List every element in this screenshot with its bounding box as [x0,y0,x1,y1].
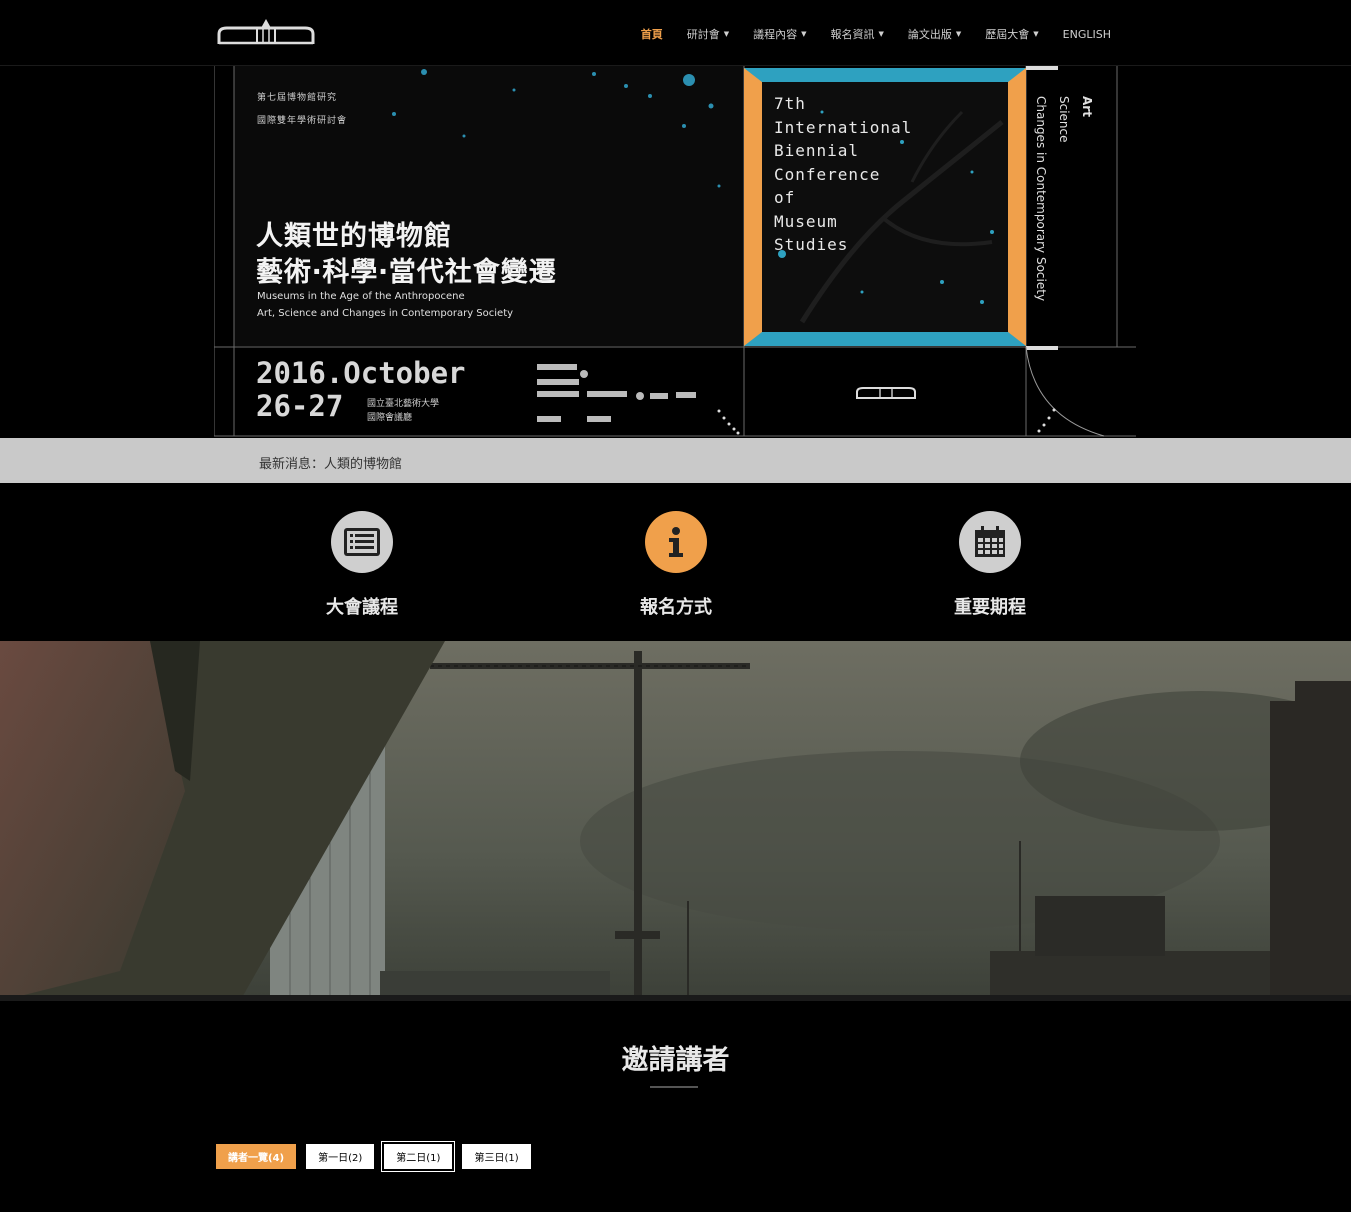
vertical-changes: Changes in Contemporary Society [1034,96,1048,302]
navbar: 首頁 研討會 ▼ 議程內容 ▼ 報名資訊 ▼ 論文出版 ▼ 歷屆大會 ▼ ENGLISH [0,0,1351,66]
caret-down-icon: ▼ [955,30,962,38]
hero-title-en-1: Museums in the Age of the Anthropocene [257,291,465,302]
news-bar: 最新消息：人類的博物館 [0,438,1351,483]
latest-news[interactable]: 最新消息：人類的博物館 [259,453,402,472]
caret-down-icon: ▼ [878,30,884,38]
list-icon [331,511,393,573]
hero-poster: 第七屆博物館研究 國際雙年學術研討會 人類世的博物館 藝術‧科學‧當代社會變遷 … [214,66,1136,438]
nav-agenda[interactable]: 議程內容 ▼ [741,26,818,42]
cityscape-photo [0,641,1351,1001]
info-icon [645,511,707,573]
venue-line-2: 國際會議廳 [367,413,413,423]
vertical-science: Science [1057,96,1071,143]
nav-papers[interactable]: 論文出版 ▼ [896,26,973,42]
feature-agenda-label: 大會議程 [326,597,398,618]
caret-down-icon: ▼ [723,30,730,38]
speakers-heading: 邀請講者 [621,1045,730,1076]
nav-english[interactable]: ENGLISH [1051,26,1123,42]
hero-date-2: 26-27 [256,389,344,423]
hero-date-1: 2016.October [256,356,466,390]
series-line-2: 國際雙年學術研討會 [257,116,348,126]
poster-frame: 7th International Biennial Conference of… [744,68,1026,346]
speaker-filter-tabs: 講者一覽(4) 第一日(2) 第二日(1) 第三日(1) [216,1141,531,1172]
feature-schedule[interactable]: 重要期程 [910,511,1070,619]
nav-home[interactable]: 首頁 [629,26,675,42]
feature-agenda[interactable]: 大會議程 [282,511,442,619]
logo[interactable] [217,16,315,46]
tab-day-3[interactable]: 第三日(1) [462,1144,531,1169]
feature-registration[interactable]: 報名方式 [596,511,756,619]
venue-line-1: 國立臺北藝術大學 [367,399,440,409]
feature-schedule-label: 重要期程 [954,597,1026,618]
caret-down-icon: ▼ [1033,30,1039,38]
main-nav: 首頁 研討會 ▼ 議程內容 ▼ 報名資訊 ▼ 論文出版 ▼ 歷屆大會 ▼ ENGLISH [629,26,1123,42]
tab-day-1[interactable]: 第一日(2) [306,1144,375,1169]
nav-conference[interactable]: 研討會 ▼ [675,26,741,42]
hero-title-zh-2: 藝術‧科學‧當代社會變遷 [256,257,557,288]
tab-day-2[interactable]: 第二日(1) [381,1141,456,1172]
heading-divider [650,1086,698,1088]
hero-banner: 第七屆博物館研究 國際雙年學術研討會 人類世的博物館 藝術‧科學‧當代社會變遷 … [0,66,1351,438]
feature-registration-label: 報名方式 [640,597,712,618]
hero-title-zh-1: 人類世的博物館 [256,221,452,252]
nav-past-conferences[interactable]: 歷屆大會 ▼ [973,26,1050,42]
nav-registration[interactable]: 報名資訊 ▼ [818,26,895,42]
caret-down-icon: ▼ [801,30,807,38]
tab-all-speakers[interactable]: 講者一覽(4) [216,1144,297,1169]
calendar-icon [959,511,1021,573]
vertical-art: Art [1080,96,1094,117]
series-line-1: 第七屆博物館研究 [257,93,338,103]
hero-title-en-2: Art, Science and Changes in Contemporary… [257,308,514,319]
poster-text: 7th International Biennial Conference of… [774,94,913,254]
feature-links: 大會議程 報名方式 重要期程 [0,483,1351,641]
